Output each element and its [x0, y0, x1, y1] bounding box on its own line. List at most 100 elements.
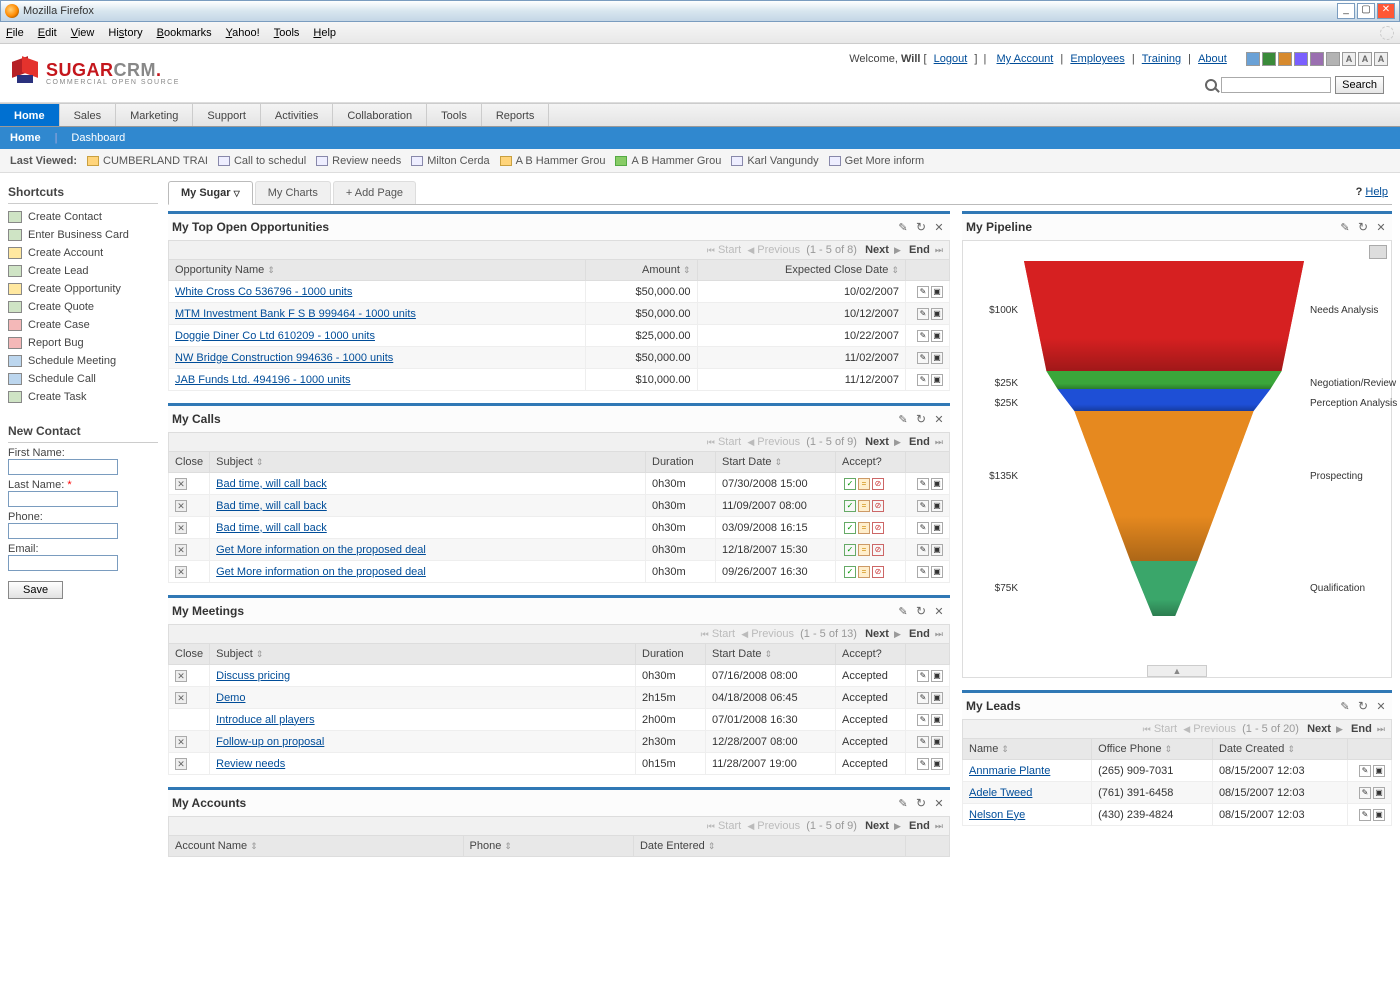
accept-no-icon[interactable]: ⊘	[872, 500, 884, 512]
nav-support[interactable]: Support	[193, 104, 261, 126]
view-row-icon[interactable]: ▣	[931, 500, 943, 512]
accept-tent-icon[interactable]: =	[858, 544, 870, 556]
col-entered[interactable]: Date Entered ⇕	[633, 836, 905, 857]
nav-collaboration[interactable]: Collaboration	[333, 104, 427, 126]
shortcut-item[interactable]: Create Quote	[8, 298, 158, 316]
view-row-icon[interactable]: ▣	[931, 544, 943, 556]
edit-icon[interactable]	[896, 220, 910, 234]
tab-my-charts[interactable]: My Charts	[255, 181, 331, 204]
accept-yes-icon[interactable]: ✓	[844, 500, 856, 512]
shortcut-item[interactable]: Create Lead	[8, 262, 158, 280]
view-row-icon[interactable]: ▣	[931, 352, 943, 364]
edit-icon[interactable]	[896, 412, 910, 426]
swatch-violet[interactable]	[1310, 52, 1324, 66]
nav-sales[interactable]: Sales	[60, 104, 117, 126]
col-close-date[interactable]: Expected Close Date ⇕	[697, 260, 905, 281]
tab-my-sugar[interactable]: My Sugar ▽	[168, 181, 253, 205]
edit-row-icon[interactable]: ✎	[917, 670, 929, 682]
col-amount[interactable]: Amount ⇕	[585, 260, 697, 281]
view-row-icon[interactable]: ▣	[931, 736, 943, 748]
lead-link[interactable]: Adele Tweed	[969, 787, 1032, 799]
col-lead-name[interactable]: Name ⇕	[963, 739, 1092, 760]
view-row-icon[interactable]: ▣	[931, 374, 943, 386]
col-start[interactable]: Start Date ⇕	[706, 644, 836, 665]
firstname-input[interactable]	[8, 459, 118, 475]
email-input[interactable]	[8, 555, 118, 571]
view-row-icon[interactable]: ▣	[931, 478, 943, 490]
menu-tools[interactable]: Tools	[274, 27, 300, 39]
edit-row-icon[interactable]: ✎	[917, 522, 929, 534]
search-button[interactable]: Search	[1335, 76, 1384, 94]
lv-item-6[interactable]: Karl Vangundy	[731, 155, 818, 167]
edit-row-icon[interactable]: ✎	[917, 714, 929, 726]
nav-home[interactable]: Home	[0, 104, 60, 126]
menu-yahoo[interactable]: Yahoo!	[226, 27, 260, 39]
end-link[interactable]: End	[909, 436, 930, 448]
col-start[interactable]: Start Date ⇕	[716, 452, 836, 473]
lv-item-7[interactable]: Get More inform	[829, 155, 924, 167]
edit-row-icon[interactable]: ✎	[1359, 765, 1371, 777]
textsize-med[interactable]: A	[1358, 52, 1372, 66]
close-row-icon[interactable]: ✕	[175, 758, 187, 770]
edit-row-icon[interactable]: ✎	[917, 286, 929, 298]
shortcut-item[interactable]: Create Task	[8, 388, 158, 406]
view-row-icon[interactable]: ▣	[931, 670, 943, 682]
accept-tent-icon[interactable]: =	[858, 522, 870, 534]
swatch-orange[interactable]	[1278, 52, 1292, 66]
close-row-icon[interactable]: ✕	[175, 692, 187, 704]
close-icon[interactable]	[1374, 220, 1388, 234]
menu-help[interactable]: Help	[313, 27, 336, 39]
help-link[interactable]: ? Help	[1352, 181, 1392, 204]
view-row-icon[interactable]: ▣	[1373, 809, 1385, 821]
view-row-icon[interactable]: ▣	[931, 330, 943, 342]
accept-tent-icon[interactable]: =	[858, 478, 870, 490]
lv-item-2[interactable]: Review needs	[316, 155, 401, 167]
view-row-icon[interactable]: ▣	[931, 714, 943, 726]
edit-row-icon[interactable]: ✎	[917, 352, 929, 364]
close-row-icon[interactable]: ✕	[175, 736, 187, 748]
accept-tent-icon[interactable]: =	[858, 500, 870, 512]
edit-row-icon[interactable]: ✎	[917, 736, 929, 748]
view-row-icon[interactable]: ▣	[1373, 765, 1385, 777]
accept-yes-icon[interactable]: ✓	[844, 566, 856, 578]
opportunity-link[interactable]: White Cross Co 536796 - 1000 units	[175, 286, 352, 298]
refresh-icon[interactable]	[914, 604, 928, 618]
menu-file[interactable]: File	[6, 27, 24, 39]
view-row-icon[interactable]: ▣	[931, 308, 943, 320]
my-account-link[interactable]: My Account	[997, 53, 1054, 65]
lv-item-3[interactable]: Milton Cerda	[411, 155, 489, 167]
edit-row-icon[interactable]: ✎	[917, 758, 929, 770]
view-row-icon[interactable]: ▣	[931, 692, 943, 704]
shortcut-item[interactable]: Report Bug	[8, 334, 158, 352]
menu-bookmarks[interactable]: Bookmarks	[157, 27, 212, 39]
call-link[interactable]: Bad time, will call back	[216, 522, 327, 534]
accept-no-icon[interactable]: ⊘	[872, 522, 884, 534]
edit-row-icon[interactable]: ✎	[917, 544, 929, 556]
refresh-icon[interactable]	[1356, 220, 1370, 234]
opportunity-link[interactable]: JAB Funds Ltd. 494196 - 1000 units	[175, 374, 351, 386]
textsize-large[interactable]: A	[1374, 52, 1388, 66]
phone-input[interactable]	[8, 523, 118, 539]
call-link[interactable]: Bad time, will call back	[216, 478, 327, 490]
next-link[interactable]: Next	[865, 436, 889, 448]
shortcut-item[interactable]: Create Contact	[8, 208, 158, 226]
col-accept[interactable]: Accept?	[836, 644, 906, 665]
close-icon[interactable]	[932, 796, 946, 810]
accept-yes-icon[interactable]: ✓	[844, 544, 856, 556]
shortcut-item[interactable]: Create Account	[8, 244, 158, 262]
print-icon[interactable]	[1369, 245, 1387, 259]
shortcut-item[interactable]: Schedule Call	[8, 370, 158, 388]
close-icon[interactable]	[1374, 699, 1388, 713]
lv-item-1[interactable]: Call to schedul	[218, 155, 306, 167]
refresh-icon[interactable]	[914, 796, 928, 810]
refresh-icon[interactable]	[914, 412, 928, 426]
nav-activities[interactable]: Activities	[261, 104, 333, 126]
close-icon[interactable]	[932, 220, 946, 234]
subnav-dashboard[interactable]: Dashboard	[71, 132, 125, 144]
shortcut-item[interactable]: Create Case	[8, 316, 158, 334]
col-close[interactable]: Close	[169, 452, 210, 473]
about-link[interactable]: About	[1198, 53, 1227, 65]
close-row-icon[interactable]: ✕	[175, 670, 187, 682]
nav-tools[interactable]: Tools	[427, 104, 482, 126]
meeting-link[interactable]: Demo	[216, 692, 245, 704]
